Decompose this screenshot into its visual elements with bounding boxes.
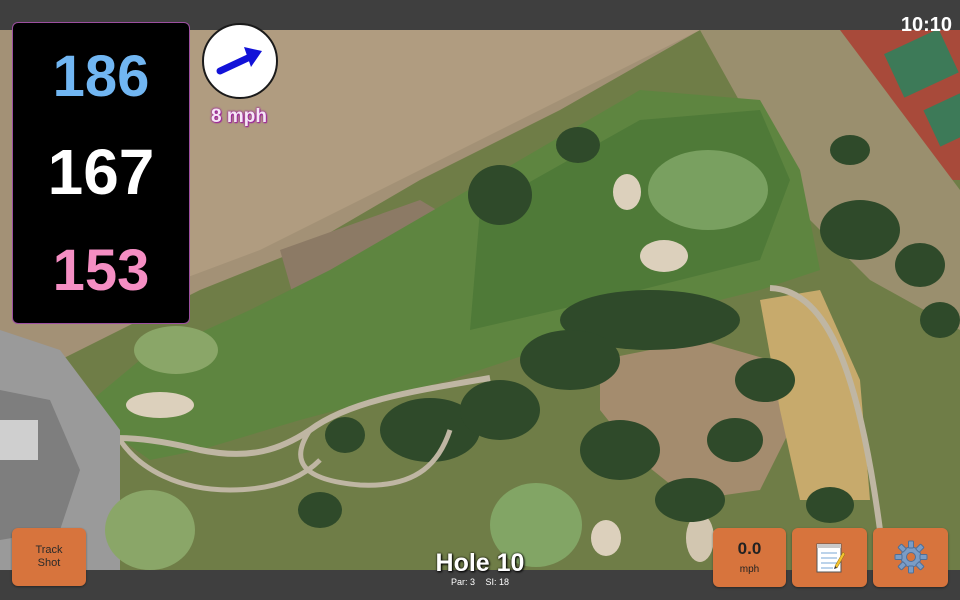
status-clock: 10:10	[900, 14, 952, 36]
speed-unit: mph	[739, 564, 760, 575]
wind-speed-label: 8 mph	[211, 106, 267, 127]
hole-info: Par: 3 SI: 18	[380, 577, 580, 587]
hole-title: Hole 10	[435, 549, 525, 577]
wind-indicator[interactable]	[202, 23, 278, 99]
gear-icon	[894, 540, 928, 574]
notepad-icon	[816, 543, 845, 573]
front-distance: 153	[52, 238, 150, 303]
arrow-right-icon	[216, 47, 262, 75]
distance-panel: 186 167 153	[12, 22, 190, 324]
speed-value: 0.0	[737, 539, 762, 558]
middle-distance: 167	[47, 136, 155, 208]
notes-button[interactable]	[792, 528, 867, 587]
settings-button[interactable]	[873, 528, 948, 587]
speed-button[interactable]: 0.0 mph	[713, 528, 786, 587]
track-shot-label: Track Shot	[35, 544, 63, 569]
hole-stroke-index: SI: 18	[485, 577, 510, 587]
hole-par: Par: 3	[450, 577, 475, 587]
track-shot-button[interactable]: Track Shot	[12, 528, 86, 586]
back-distance: 186	[52, 44, 150, 109]
